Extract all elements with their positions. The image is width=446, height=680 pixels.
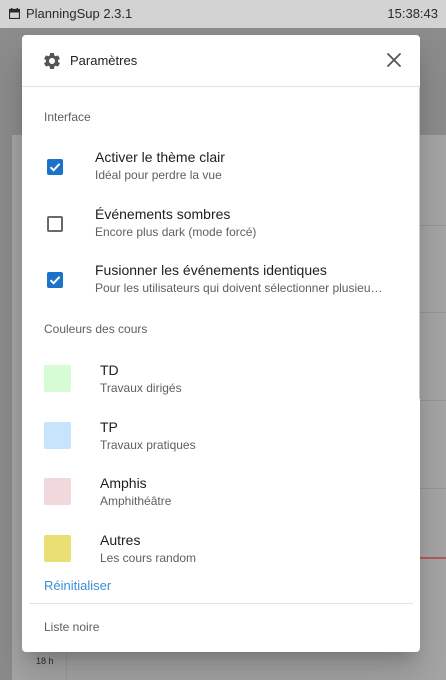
calendar-hour-line xyxy=(420,400,446,401)
reset-colors-link[interactable]: Réinitialiser xyxy=(44,578,111,593)
color-item-amphis: Amphis Amphithéâtre xyxy=(22,475,420,515)
divider xyxy=(29,603,413,604)
color-swatch[interactable] xyxy=(44,535,71,562)
option-label: Activer le thème clair xyxy=(95,149,225,165)
app-titlebar: PlanningSup 2.3.1 15:38:43 xyxy=(0,0,446,28)
dialog-header: Paramètres xyxy=(22,35,420,87)
option-label: Fusionner les événements identiques xyxy=(95,262,327,278)
color-description: Les cours random xyxy=(100,551,197,565)
color-name: TD xyxy=(100,362,119,378)
section-title-interface: Interface xyxy=(44,110,91,124)
color-swatch[interactable] xyxy=(44,422,71,449)
section-title-course-colors: Couleurs des cours xyxy=(44,322,148,336)
section-title-blacklist: Liste noire xyxy=(44,620,100,634)
hour-label: 18 h xyxy=(36,656,54,666)
calendar-hour-line xyxy=(420,312,446,313)
clock: 15:38:43 xyxy=(387,6,438,21)
close-icon[interactable] xyxy=(384,50,404,70)
color-description: Travaux pratiques xyxy=(100,438,196,452)
calendar-hour-line xyxy=(420,488,446,489)
option-dark-events[interactable]: Événements sombres Encore plus dark (mod… xyxy=(22,206,420,246)
dialog-title: Paramètres xyxy=(70,53,138,68)
option-label: Événements sombres xyxy=(95,206,231,222)
calendar-icon xyxy=(9,8,20,19)
check-icon xyxy=(49,163,61,172)
check-icon xyxy=(49,276,61,285)
color-swatch[interactable] xyxy=(44,478,71,505)
color-description: Travaux dirigés xyxy=(100,381,182,395)
color-swatch[interactable] xyxy=(44,365,71,392)
checkbox-light-theme[interactable] xyxy=(47,159,63,175)
color-item-tp: TP Travaux pratiques xyxy=(22,419,420,459)
option-description: Idéal pour perdre la vue xyxy=(95,168,222,182)
color-name: TP xyxy=(100,419,118,435)
settings-dialog: Paramètres Interface Activer le thème cl… xyxy=(22,35,420,652)
color-description: Amphithéâtre xyxy=(100,494,172,508)
app-title: PlanningSup 2.3.1 xyxy=(26,6,133,21)
option-light-theme[interactable]: Activer le thème clair Idéal pour perdre… xyxy=(22,149,420,189)
checkbox-dark-events[interactable] xyxy=(47,216,63,232)
color-name: Amphis xyxy=(100,475,147,491)
color-name: Autres xyxy=(100,532,141,548)
option-description: Encore plus dark (mode forcé) xyxy=(95,225,257,239)
option-description: Pour les utilisateurs qui doivent sélect… xyxy=(95,281,383,295)
option-merge-events[interactable]: Fusionner les événements identiques Pour… xyxy=(22,262,420,302)
current-time-indicator xyxy=(420,557,446,559)
color-item-td: TD Travaux dirigés xyxy=(22,362,420,402)
color-item-autres: Autres Les cours random xyxy=(22,532,420,572)
checkbox-merge-events[interactable] xyxy=(47,272,63,288)
gear-icon xyxy=(44,52,60,69)
calendar-hour-line xyxy=(420,225,446,226)
